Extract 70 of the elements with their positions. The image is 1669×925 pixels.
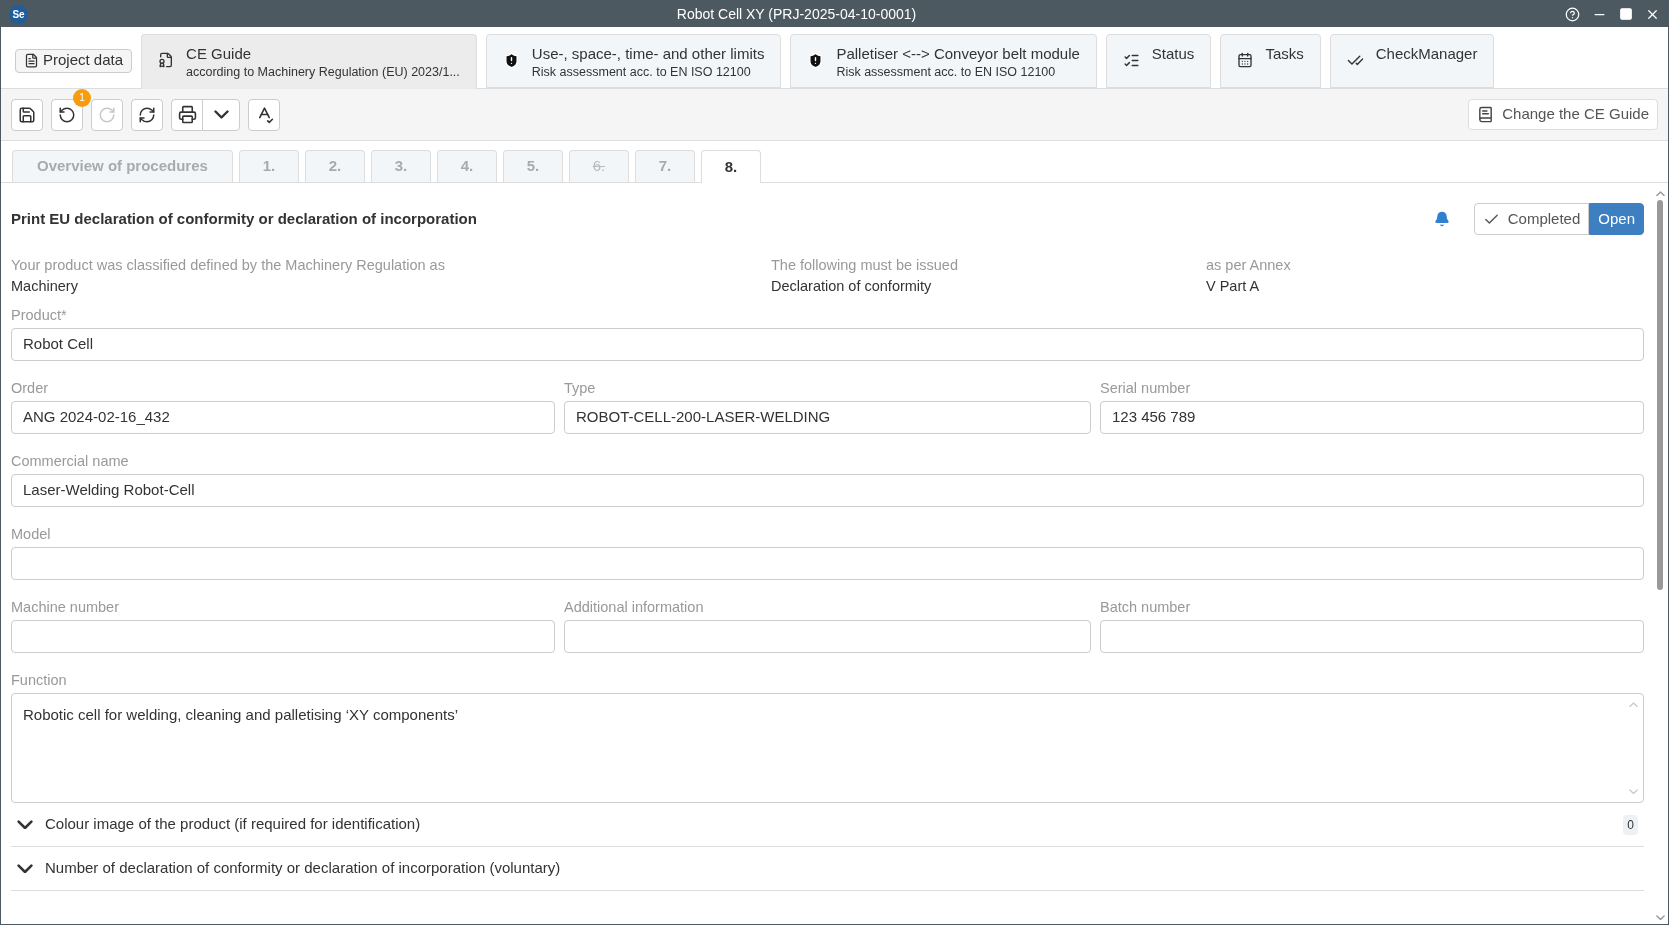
input-field[interactable]: ROBOT-CELL-200-LASER-WELDING [564,401,1091,434]
field-label: Commercial name [11,452,130,471]
shield-icon [807,52,825,69]
field-label: Product* [11,306,68,325]
redo-icon [98,105,116,124]
change-guide-button[interactable]: Change the CE Guide [1468,99,1658,130]
field-label: Order [11,379,50,398]
refresh-icon [138,105,156,124]
scroll-down-icon [1628,788,1638,794]
info-value: Declaration of conformity [771,277,933,296]
checklist-icon [1122,52,1140,69]
bell-icon[interactable] [1433,211,1450,227]
info-value: Machinery [11,277,79,296]
scroll-up-icon [1628,702,1638,708]
spellcheck-button[interactable] [248,98,280,131]
document-tab[interactable]: Tasks [1220,34,1321,88]
undo-icon [58,105,76,124]
chevron-down-icon [17,819,33,830]
save-icon [18,105,36,124]
document-icon [158,52,175,68]
input-field[interactable] [564,620,1091,653]
accordion-header[interactable]: Colour image of the product (if required for identification) 0 [11,803,1644,847]
print-options-dropdown[interactable] [202,98,240,131]
document-tab[interactable]: Status [1105,34,1212,88]
step-tab[interactable]: 8. [700,150,761,183]
status-toggle[interactable]: Completed [1473,203,1590,235]
book-icon [1477,106,1495,123]
input-field[interactable] [1100,620,1644,653]
print-button[interactable] [171,98,203,131]
app-logo: Se [9,4,28,24]
info-value: V Part A [1206,277,1261,296]
field-label: Serial number [1100,379,1192,398]
document-icon [24,53,39,68]
calendar-icon [1237,52,1254,68]
input-field[interactable]: Laser-Welding Robot-Cell [11,474,1644,507]
shield-icon [502,52,520,69]
printer-icon [177,105,197,124]
document-tab[interactable]: CheckManager [1329,34,1495,88]
field-label: Model [11,525,52,544]
info-label: as per Annex [1206,256,1292,275]
refresh-button[interactable] [131,98,163,131]
info-label: Your product was classified defined by the Machinery Regulation as [11,256,446,275]
help-icon[interactable] [1565,6,1580,22]
scroll-up-icon [1655,191,1665,197]
scroll-down-icon [1655,914,1665,920]
input-field[interactable] [11,620,555,653]
chevron-down-icon [17,863,33,874]
input-field[interactable]: 123 456 789 [1100,401,1644,434]
save-button[interactable] [11,98,43,131]
window-title: Robot Cell XY (PRJ-2025-04-10-0001) [675,4,918,24]
field-label: Type [564,379,597,398]
field-label: Function [11,671,68,690]
input-field[interactable]: ANG 2024-02-16_432 [11,401,555,434]
document-tab[interactable]: CE Guide according to Machinery Regulation (EU) 2023/1... [141,34,477,89]
info-label: The following must be issued [771,256,959,275]
document-tab[interactable]: Use-, space-, time- and other limits Risk assessment acc. to EN ISO 12100 [485,34,782,88]
document-tab[interactable]: Palletiser <--> Conveyor belt module Risk assessment acc. to EN ISO 12100 [790,34,1097,88]
maximize-icon[interactable] [1619,7,1633,21]
project-data-button[interactable]: Project data [15,48,133,73]
status-toggle[interactable]: Open [1589,203,1644,235]
count-badge: 0 [1623,814,1638,835]
field-label: Additional information [564,598,705,617]
text-area[interactable]: Robotic cell for welding, cleaning and palletising ‘XY components’ [11,693,1644,803]
field-label: Batch number [1100,598,1192,617]
accordion-header[interactable]: Number of declaration of conformity or declaration of incorporation (voluntary) [11,847,1644,891]
chevron-down-icon [213,110,229,119]
field-label: Machine number [11,598,120,617]
section-heading: Print EU declaration of conformity or declaration of incorporation [11,208,478,229]
input-field[interactable] [11,547,1644,580]
input-field[interactable]: Robot Cell [11,328,1644,361]
